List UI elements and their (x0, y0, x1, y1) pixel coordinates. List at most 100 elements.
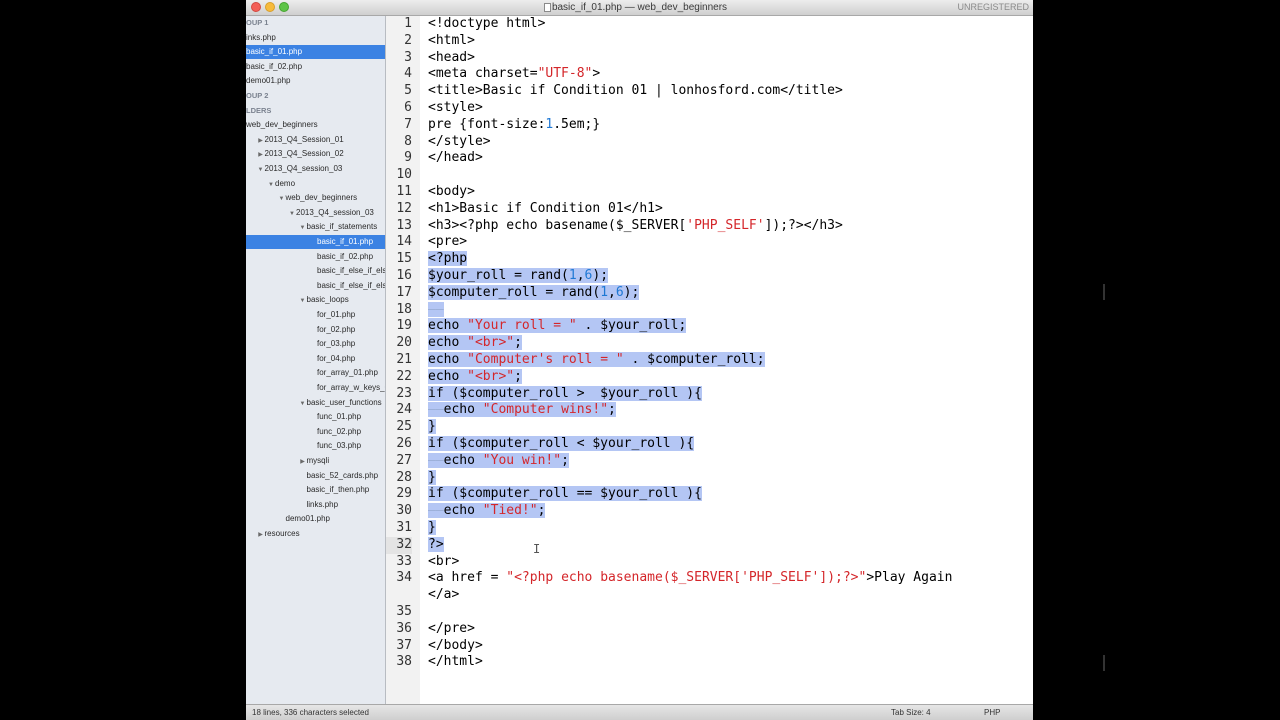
sidebar-folder[interactable]: ▼2013_Q4_session_03 (246, 206, 385, 220)
code-line: 7 pre {font-size:1.5em;} (386, 117, 1033, 134)
sidebar-item-label: demo01.php (285, 514, 330, 524)
tab-size-selector[interactable]: Tab Size: 4 (891, 705, 931, 720)
code-line: 17 $computer_roll = rand(1,6); (386, 284, 1033, 302)
sidebar-file[interactable]: for_array_01.php (246, 366, 385, 380)
sidebar-folder[interactable]: ▶ 2013_Q4_Session_02 (246, 147, 385, 161)
sidebar-file[interactable]: for_array_w_keys_01 (246, 381, 385, 395)
line-number: 29 (396, 486, 412, 502)
line-number: 38 (396, 654, 412, 670)
line-code: <!doctype html> (428, 16, 546, 31)
code-line: 19 echo "Your roll = " . $your_roll; (386, 318, 1033, 335)
line-code: <h3><?php echo basename($_SERVER['PHP_SE… (428, 217, 843, 233)
line-code: if ($computer_roll < $your_roll ){ (428, 436, 695, 451)
disclosure-down-icon[interactable]: ▼ (299, 221, 307, 234)
disclosure-down-icon[interactable]: ▼ (257, 163, 265, 176)
sidebar-file[interactable]: for_03.php (246, 337, 385, 351)
sidebar-file[interactable]: basic_if_else_if_else (246, 264, 385, 278)
sidebar-file[interactable]: basic_if_then.php (246, 483, 385, 497)
code-line: 4 <meta charset="UTF-8"> (386, 66, 1033, 83)
sidebar-file[interactable]: func_01.php (246, 410, 385, 424)
line-code: pre {font-size:1.5em;} (428, 116, 601, 132)
disclosure-down-icon[interactable]: ▼ (278, 192, 286, 205)
sidebar-item-label: demo01.php (246, 76, 291, 86)
sidebar-file[interactable]: for_02.php (246, 323, 385, 337)
sidebar-file[interactable]: basic_if_02.php (246, 250, 385, 264)
sidebar-folder[interactable]: ▶ mysqli (246, 454, 385, 468)
right-edge-marker (1103, 284, 1105, 300)
line-number: 6 (404, 100, 412, 115)
sidebar-folder[interactable]: ▼basic_if_statements (246, 220, 385, 234)
line-number: 24 (396, 402, 412, 418)
sidebar-file[interactable]: basic_52_cards.php (246, 469, 385, 483)
disclosure-right-icon[interactable]: ▶ (257, 134, 265, 147)
sidebar-folder[interactable]: ▼web_dev_beginners (246, 191, 385, 205)
syntax-selector[interactable]: PHP (984, 705, 1000, 720)
line-code: <h1>Basic if Condition 01</h1> (428, 200, 663, 216)
line-number: 3 (404, 49, 412, 65)
code-line: 21 echo "Computer's roll = " . $computer_… (386, 352, 1033, 369)
sidebar-file[interactable]: basic_if_01.php (246, 45, 385, 60)
line-code: <a href = "<?php echo basename($_SERVER[… (428, 570, 953, 586)
sidebar-file[interactable]: basic_if_02.php (246, 60, 385, 74)
sidebar-file[interactable]: basic_if_01.php (246, 235, 385, 249)
disclosure-right-icon[interactable]: ▶ (257, 148, 265, 161)
line-number: 28 (396, 469, 412, 485)
project-sidebar[interactable]: OUP 1 inks.php basic_if_01.php basic_if_02.… (246, 16, 386, 704)
line-code: </a> (428, 587, 460, 603)
disclosure-down-icon[interactable]: ▼ (267, 178, 275, 191)
sidebar-file[interactable]: demo01.php (246, 74, 385, 88)
sidebar-folder[interactable]: ▶ resources (246, 527, 385, 541)
sidebar-file[interactable]: for_04.php (246, 352, 385, 366)
sidebar-file[interactable]: for_01.php (246, 308, 385, 322)
sidebar-item-label: for_03.php (317, 339, 356, 349)
status-bar: 18 lines, 336 characters selected Tab Si… (246, 704, 1033, 720)
line-number: 19 (396, 318, 412, 334)
sidebar-item-label: func_01.php (317, 412, 362, 422)
sidebar-folder[interactable]: ▶ 2013_Q4_Session_01 (246, 133, 385, 147)
sidebar-item-label: basic_52_cards.php (306, 470, 379, 480)
sidebar-item-label: basic_loops (306, 295, 349, 305)
line-number: 23 (396, 385, 412, 401)
sidebar-item-label: web_dev_beginners (246, 120, 318, 130)
code-line: 20 echo "<br>"; (386, 335, 1033, 352)
code-line: 1 <!doctype html> (386, 16, 1033, 33)
sidebar-file[interactable]: links.php (246, 498, 385, 512)
sidebar-folder[interactable]: ▼2013_Q4_session_03 (246, 162, 385, 176)
sidebar-item-label: demo (275, 178, 296, 188)
sidebar-file[interactable]: inks.php (246, 31, 385, 45)
sidebar-folder[interactable]: web_dev_beginners (246, 118, 385, 132)
line-number: 9 (404, 150, 412, 166)
sidebar-file[interactable]: basic_if_else_if_else (246, 279, 385, 293)
code-editor[interactable]: 1 <!doctype html> 2 <html> 3 <head> 4 <meta cha… (386, 16, 1033, 704)
disclosure-down-icon[interactable]: ▼ (299, 397, 307, 410)
line-code: ——echo "Computer wins!"; (428, 402, 616, 418)
sidebar-file[interactable]: demo01.php (246, 512, 385, 526)
disclosure-right-icon[interactable]: ▶ (257, 528, 265, 541)
title-bar[interactable]: basic_if_01.php — web_dev_beginners UNRE… (246, 0, 1033, 16)
right-edge-marker (1103, 655, 1105, 671)
line-number: 11 (396, 184, 412, 199)
sidebar-folder[interactable]: ▼basic_user_functions (246, 396, 385, 410)
sidebar-folder[interactable]: ▼basic_loops (246, 293, 385, 307)
sidebar-item-label: OUP 2 (246, 91, 269, 100)
line-code: } (428, 520, 436, 535)
line-number: 35 (396, 604, 412, 619)
disclosure-down-icon[interactable]: ▼ (288, 207, 296, 220)
sidebar-group-header: OUP 2 (246, 89, 385, 103)
sidebar-item-label: basic_if_01.php (246, 47, 303, 57)
sidebar-item-label: 2013_Q4_session_03 (264, 164, 343, 173)
code-line: 28} (386, 469, 1033, 487)
sidebar-item-label: basic_if_02.php (246, 61, 303, 71)
line-number: 7 (404, 116, 412, 132)
sidebar-file[interactable]: func_03.php (246, 439, 385, 453)
sidebar-folder[interactable]: ▼demo (246, 177, 385, 191)
sidebar-file[interactable]: func_02.php (246, 425, 385, 439)
code-line: 5 <title>Basic if Condition 01 | lonhosfo… (386, 83, 1033, 100)
disclosure-right-icon[interactable]: ▶ (299, 455, 307, 468)
sidebar-item-label: basic_if_then.php (306, 485, 370, 495)
code-line: 34 <a href = "<?php echo basename($_SERVE… (386, 570, 1033, 587)
disclosure-down-icon[interactable]: ▼ (299, 294, 307, 307)
code-line: 35 (386, 604, 1033, 621)
code-line: 15 <?php (386, 251, 1033, 268)
sidebar-item-label: for_02.php (317, 324, 356, 334)
